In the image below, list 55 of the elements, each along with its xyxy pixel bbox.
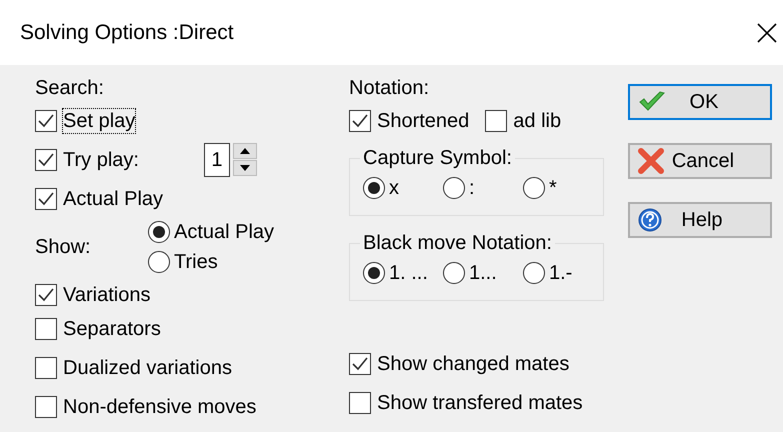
radio-label: 1. ...	[389, 261, 428, 285]
section-label: Notation:	[349, 76, 430, 100]
checkbox-label: Set play	[63, 109, 136, 133]
checkbox-label: ad lib	[513, 109, 562, 133]
checkbox[interactable]	[349, 392, 371, 414]
checkbox-label: Shortened	[377, 109, 470, 133]
ok-button[interactable]: OK	[628, 84, 772, 120]
checkbox-label: Show transfered mates	[377, 391, 583, 415]
radio-label: *	[549, 176, 557, 200]
checkbox-label: Show changed mates	[377, 352, 570, 376]
checkbox-label: Separators	[63, 317, 161, 341]
cancel-button[interactable]: Cancel	[628, 143, 772, 179]
radio-label: :	[469, 176, 475, 200]
spin-up-button[interactable]	[232, 143, 257, 159]
checkbox[interactable]	[35, 110, 57, 132]
radio-button[interactable]	[363, 262, 385, 284]
group-title: Black move Notation:	[362, 231, 553, 255]
spin-down-button[interactable]	[232, 160, 257, 176]
radio-label: Actual Play	[174, 220, 274, 244]
checkbox-label: Dualized variations	[63, 356, 232, 380]
checkbox[interactable]	[35, 318, 57, 340]
number-field[interactable]: 1	[204, 143, 230, 177]
section-label: Search:	[35, 76, 104, 100]
help-button[interactable]: Help	[628, 202, 772, 238]
down-triangle-icon	[240, 165, 250, 171]
group-title: Capture Symbol:	[362, 146, 513, 170]
window-title: Solving Options :Direct	[20, 20, 234, 44]
show-label: Show:	[35, 235, 92, 259]
radio-label: 1.-	[549, 261, 572, 285]
cross-icon	[638, 148, 664, 174]
checkbox[interactable]	[485, 110, 508, 132]
radio-label: x	[389, 176, 399, 200]
checkbox-label: Actual Play	[63, 187, 164, 211]
radio-button[interactable]	[363, 177, 385, 199]
checkbox-label: Variations	[63, 283, 150, 307]
radio-label: 1...	[469, 261, 497, 285]
checkbox-label: Try play:	[63, 148, 139, 172]
radio-label: Tries	[174, 250, 218, 274]
radio-button[interactable]	[523, 177, 545, 199]
radio-button[interactable]	[443, 177, 465, 199]
checkbox[interactable]	[35, 396, 57, 418]
checkbox[interactable]	[349, 353, 371, 375]
help-icon	[638, 208, 662, 232]
radio-button[interactable]	[443, 262, 465, 284]
up-triangle-icon	[240, 148, 250, 154]
checkbox[interactable]	[35, 357, 57, 379]
radio-button[interactable]	[148, 221, 170, 243]
checkbox[interactable]	[35, 284, 57, 306]
radio-button[interactable]	[148, 251, 170, 273]
checkbox-label: Non-defensive moves	[63, 395, 256, 419]
checkbox[interactable]	[35, 188, 57, 210]
checkbox[interactable]	[349, 110, 371, 132]
radio-button[interactable]	[523, 262, 545, 284]
close-icon[interactable]	[757, 22, 777, 42]
checkbox[interactable]	[35, 149, 57, 171]
